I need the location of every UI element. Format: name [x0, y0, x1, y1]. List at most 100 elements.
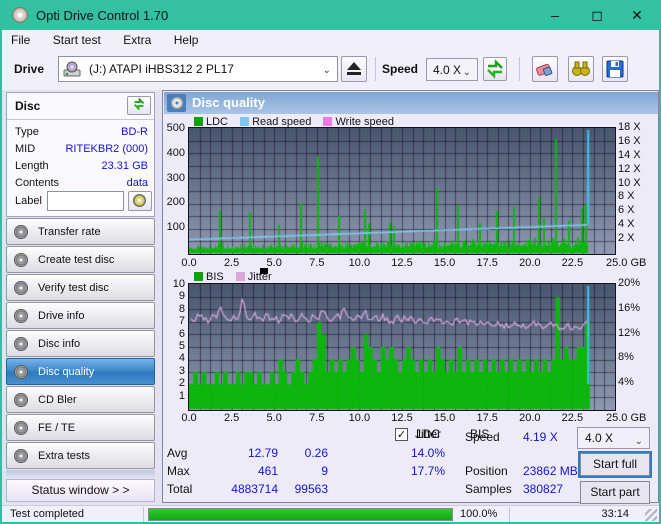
progress-percent: 100.0%: [460, 508, 498, 520]
axis-tick-label: 4 X: [618, 218, 635, 231]
axis-tick-label: 6: [178, 327, 185, 340]
sidebar-button-disc-info[interactable]: Disc info: [6, 330, 155, 357]
eject-button[interactable]: [341, 56, 367, 82]
axis-tick-label: 18 X: [618, 121, 641, 133]
axis-tick-label: 12 X: [618, 162, 641, 175]
bis-legend-label: BIS: [206, 271, 224, 283]
toolbar: Drive (J:) ATAPI iHBS312 2 PL17 ⌄ Speed …: [2, 52, 659, 90]
sidebar-button-transfer-rate[interactable]: Transfer rate: [6, 218, 155, 245]
menu-start-test[interactable]: Start test: [44, 30, 110, 50]
bis-jitter-chart: [188, 283, 616, 411]
legend-drag-marker: [260, 268, 268, 274]
max-ldc-value: 461: [257, 464, 278, 478]
axis-tick-label: 15.0: [433, 412, 456, 424]
sidebar-button-drive-info[interactable]: Drive info: [6, 302, 155, 329]
axis-tick-label: 7.5: [309, 257, 325, 269]
menu-file[interactable]: File: [2, 30, 39, 50]
status-window-button[interactable]: Status window > >: [6, 479, 155, 502]
divider: [7, 119, 154, 120]
axis-tick-label: 7.5: [309, 412, 325, 424]
position-stat-value: 23862 MB: [523, 464, 578, 478]
axis-tick-label: 300: [166, 171, 185, 184]
disc-label-button[interactable]: [128, 191, 152, 211]
axis-tick-label: 16 X: [618, 134, 641, 147]
cd-icon: [14, 421, 28, 435]
drive-select[interactable]: (J:) ATAPI iHBS312 2 PL17 ⌄: [58, 56, 338, 82]
sidebar-button-verify-test-disc[interactable]: Verify test disc: [6, 274, 155, 301]
cd-icon: [133, 194, 146, 207]
axis-tick-label: 12.5: [391, 412, 413, 424]
disc-quality-panel: Disc quality LDC Read speed Write speed …: [162, 90, 659, 504]
progress-bar: [148, 508, 453, 521]
test-speed-select[interactable]: 4.0 X ⌄: [577, 427, 650, 449]
sidebar-button-disc-quality[interactable]: Disc quality: [6, 358, 155, 385]
chevron-down-icon: ⌄: [322, 65, 331, 76]
sidebar-button-create-test-disc[interactable]: Create test disc: [6, 246, 155, 273]
avg-ldc-value: 12.79: [247, 446, 278, 460]
panel-header: Disc quality: [164, 92, 658, 114]
refresh-speeds-button[interactable]: [483, 57, 507, 81]
close-button[interactable]: ✕: [617, 0, 657, 30]
drive-value: (J:) ATAPI iHBS312 2 PL17: [89, 62, 234, 76]
read-speed-legend-swatch: [240, 117, 250, 126]
jitter-checkbox[interactable]: ✓: [395, 428, 408, 441]
minimize-button[interactable]: –: [535, 0, 575, 30]
save-button[interactable]: [602, 56, 628, 82]
bis-legend-swatch: [194, 272, 203, 281]
sidebar-button-fe-te[interactable]: FE / TE: [6, 414, 155, 441]
resize-grip[interactable]: [645, 509, 657, 521]
speed-label: Speed: [382, 62, 419, 76]
cd-icon: [14, 365, 28, 379]
chevron-down-icon: ⌄: [634, 436, 643, 447]
stats-area: LDC BIS ✓ Jitter Avg 12.79 0.26 14.0% Ma…: [163, 427, 658, 504]
sidebar-button-extra-tests[interactable]: Extra tests: [6, 442, 155, 469]
max-row-label: Max: [167, 464, 190, 478]
menu-help[interactable]: Help: [165, 30, 208, 50]
speed-select[interactable]: 4.0 X ⌄: [426, 58, 478, 81]
maximize-button[interactable]: ◻: [577, 0, 617, 30]
refresh-icon: [133, 97, 145, 111]
speed-stat-value: 4.19 X: [523, 430, 558, 444]
axis-tick-label: 17.5: [476, 257, 498, 269]
axis-tick-label: 2.5: [223, 257, 240, 269]
disc-length-label: Length: [15, 160, 49, 172]
search-drives-button[interactable]: [568, 56, 594, 82]
window-title: Opti Drive Control 1.70: [36, 8, 169, 23]
cd-icon: [14, 253, 28, 267]
erase-disc-button[interactable]: [532, 56, 558, 82]
axis-tick-label: 2: [178, 377, 185, 390]
cd-icon: [14, 337, 28, 351]
start-part-button[interactable]: Start part: [580, 481, 650, 504]
speed-stat-label: Speed: [465, 430, 500, 444]
axis-tick-label: 500: [166, 122, 185, 134]
axis-tick-label: 4%: [618, 376, 634, 389]
panel-title: Disc quality: [192, 95, 265, 110]
disc-refresh-button[interactable]: [127, 96, 151, 115]
axis-tick-label: 8%: [618, 351, 634, 364]
samples-stat-value: 380827: [523, 482, 564, 496]
eject-icon: [347, 62, 361, 75]
avg-bis-value: 0.26: [304, 446, 328, 460]
avg-jitter-value: 14.0%: [410, 446, 445, 460]
axis-tick-label: 9: [178, 290, 185, 303]
axis-tick-label: 5: [178, 340, 185, 352]
disc-label-input[interactable]: [47, 191, 124, 211]
disc-mid-value: RITEKBR2 (000): [65, 143, 148, 155]
cd-icon: [14, 281, 28, 295]
axis-tick-label: 6 X: [618, 204, 635, 217]
menu-extra[interactable]: Extra: [114, 30, 160, 50]
refresh-icon: [487, 59, 503, 79]
axis-tick-label: 12.5: [391, 257, 413, 269]
binoculars-icon: [572, 61, 590, 76]
total-bis-value: 99563: [294, 482, 328, 496]
disc-quality-icon: [167, 94, 186, 112]
ldc-chart: [188, 127, 616, 255]
start-full-button[interactable]: Start full: [578, 451, 652, 478]
axis-tick-label: 22.5: [561, 412, 584, 424]
axis-tick-label: 15.0: [433, 257, 456, 269]
sidebar-button-cd-bler[interactable]: CD Bler: [6, 386, 155, 413]
elapsed-time: 33:14: [601, 508, 629, 520]
axis-tick-label: 5.0: [266, 412, 282, 424]
axis-tick-label: 2.5: [223, 412, 240, 424]
disc-info-panel: Disc Type BD-R MID RITEKBR2 (000) Length 23…: [6, 92, 155, 217]
